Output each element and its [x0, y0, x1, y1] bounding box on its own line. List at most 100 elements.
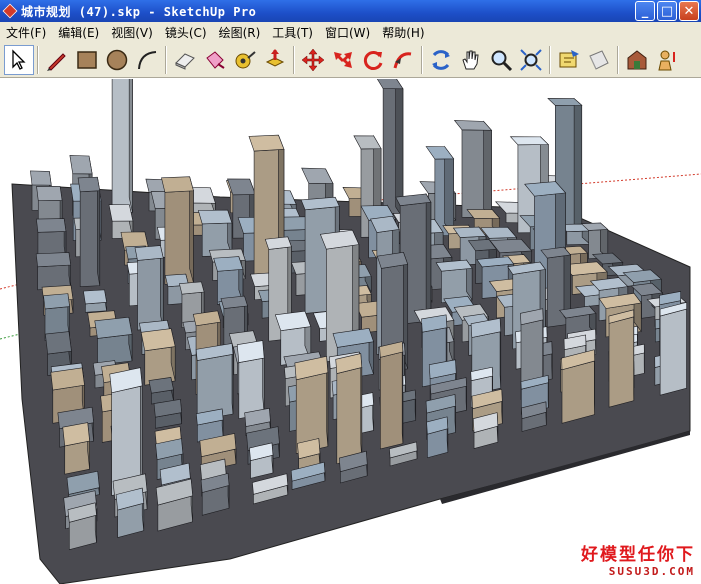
- line-tool-button[interactable]: [42, 45, 72, 75]
- section-tool-button[interactable]: [584, 45, 614, 75]
- building-roof: [353, 135, 382, 150]
- orbit-tool-button[interactable]: [426, 45, 456, 75]
- site-watermark: 好模型任你下 SUSU3D.COM: [581, 540, 695, 578]
- window-controls: _ □ ✕: [635, 1, 699, 21]
- menu-view[interactable]: 视图(V): [105, 24, 159, 41]
- push-pull-tool-button[interactable]: [260, 45, 290, 75]
- zoom-extents-icon: [520, 48, 542, 71]
- building-roof: [108, 204, 134, 222]
- components-tool-button[interactable]: [554, 45, 584, 75]
- building-front-face: [238, 357, 265, 420]
- menu-file[interactable]: 文件(F): [0, 24, 52, 41]
- building-roof: [36, 185, 63, 201]
- move-icon: [301, 48, 325, 71]
- building-roof: [30, 170, 52, 186]
- toolbar-separator: [549, 45, 551, 74]
- eraser-tool-button[interactable]: [170, 45, 200, 75]
- orbit-icon: [432, 49, 450, 70]
- building-roof: [36, 218, 67, 233]
- building-roof: [547, 98, 583, 106]
- select-tool-button[interactable]: [4, 44, 34, 75]
- sketchup-app-icon[interactable]: [2, 3, 18, 19]
- warehouse-icon: [627, 49, 647, 69]
- building-roof: [453, 120, 493, 131]
- building-roof: [140, 328, 176, 352]
- menu-bar: 文件(F) 编辑(E) 视图(V) 镜头(C) 绘图(R) 工具(T) 窗口(W…: [0, 22, 701, 42]
- toolbar-separator: [421, 45, 423, 74]
- arc-tool-button[interactable]: [132, 45, 162, 75]
- title-bar: 城市规划 (47).skp - SketchUp Pro _ □ ✕: [0, 0, 701, 22]
- paint-tool-button[interactable]: [200, 45, 230, 75]
- modeling-viewport[interactable]: 好模型任你下 SUSU3D.COM: [0, 79, 701, 584]
- menu-draw[interactable]: 绘图(R): [213, 24, 267, 41]
- close-button[interactable]: ✕: [679, 1, 699, 21]
- building-roof: [197, 209, 233, 225]
- building-roof: [161, 176, 194, 193]
- watermark-url-text: SUSU3D.COM: [608, 565, 695, 578]
- building-roof: [69, 155, 93, 175]
- building-roof: [248, 134, 285, 152]
- building-side-face: [360, 353, 363, 458]
- rotate-icon: [363, 50, 383, 70]
- building-roof: [83, 289, 108, 305]
- building-front-face: [164, 190, 194, 285]
- building-roof: [134, 245, 164, 261]
- pan-tool-button[interactable]: [456, 45, 486, 75]
- warehouse-tool-button[interactable]: [622, 45, 652, 75]
- select-arrow-icon: [12, 48, 26, 70]
- rotate-tool-button[interactable]: [358, 45, 388, 75]
- building-side-face: [128, 79, 133, 213]
- building-front-face: [137, 257, 164, 331]
- city-model-render: [0, 79, 701, 584]
- building-roof: [425, 146, 455, 160]
- toolbar-separator: [617, 45, 619, 74]
- window-title: 城市规划 (47).skp - SketchUp Pro: [21, 4, 257, 19]
- building-roof: [43, 293, 70, 310]
- menu-camera[interactable]: 镜头(C): [159, 24, 213, 41]
- push-pull-arrow-icon: [334, 51, 352, 68]
- rectangle-tool-button[interactable]: [72, 45, 102, 75]
- zoom-extents-tool-button[interactable]: [516, 45, 546, 75]
- follow-me-tool-button[interactable]: [388, 45, 418, 75]
- building-roof: [264, 236, 292, 250]
- watermark-chinese-text: 好模型任你下: [581, 545, 695, 565]
- maximize-button[interactable]: □: [657, 1, 677, 21]
- building-roof: [376, 79, 404, 90]
- building-front-face: [79, 190, 101, 288]
- tape-tool-button[interactable]: [230, 45, 260, 75]
- building-roof: [213, 256, 244, 272]
- menu-tools[interactable]: 工具(T): [266, 24, 319, 41]
- building-side-face: [444, 145, 454, 237]
- building-side-face: [401, 341, 404, 444]
- main-toolbar: [0, 42, 701, 78]
- building-side-face: [425, 192, 432, 322]
- menu-help[interactable]: 帮助(H): [376, 24, 430, 41]
- push-tool-button[interactable]: [328, 45, 358, 75]
- building-roof: [45, 331, 72, 355]
- building-front-face: [380, 351, 404, 450]
- building-roof: [301, 167, 334, 184]
- arc-icon: [138, 50, 157, 69]
- building-front-face: [659, 308, 687, 396]
- move-tool-button[interactable]: [298, 45, 328, 75]
- circle-icon: [106, 49, 128, 70]
- building-front-face: [561, 360, 595, 424]
- building-roof: [77, 176, 101, 193]
- menu-window[interactable]: 窗口(W): [319, 24, 376, 41]
- building-roof: [179, 281, 205, 295]
- building-front-face: [336, 367, 363, 465]
- menu-edit[interactable]: 编辑(E): [52, 24, 105, 41]
- pan-hand-icon: [462, 50, 479, 69]
- follow-me-icon: [393, 51, 412, 68]
- paint-bucket-icon: [206, 50, 225, 69]
- building-roof: [509, 136, 550, 146]
- circle-tool-button[interactable]: [102, 45, 132, 75]
- section-plane-icon: [589, 49, 609, 70]
- eraser-icon: [175, 52, 195, 70]
- building-roof: [35, 252, 72, 268]
- minimize-button[interactable]: _: [635, 1, 655, 21]
- building-front-face: [608, 316, 635, 408]
- building-roof: [94, 316, 133, 339]
- zoom-tool-button[interactable]: [486, 45, 516, 75]
- place-model-tool-button[interactable]: [652, 45, 682, 75]
